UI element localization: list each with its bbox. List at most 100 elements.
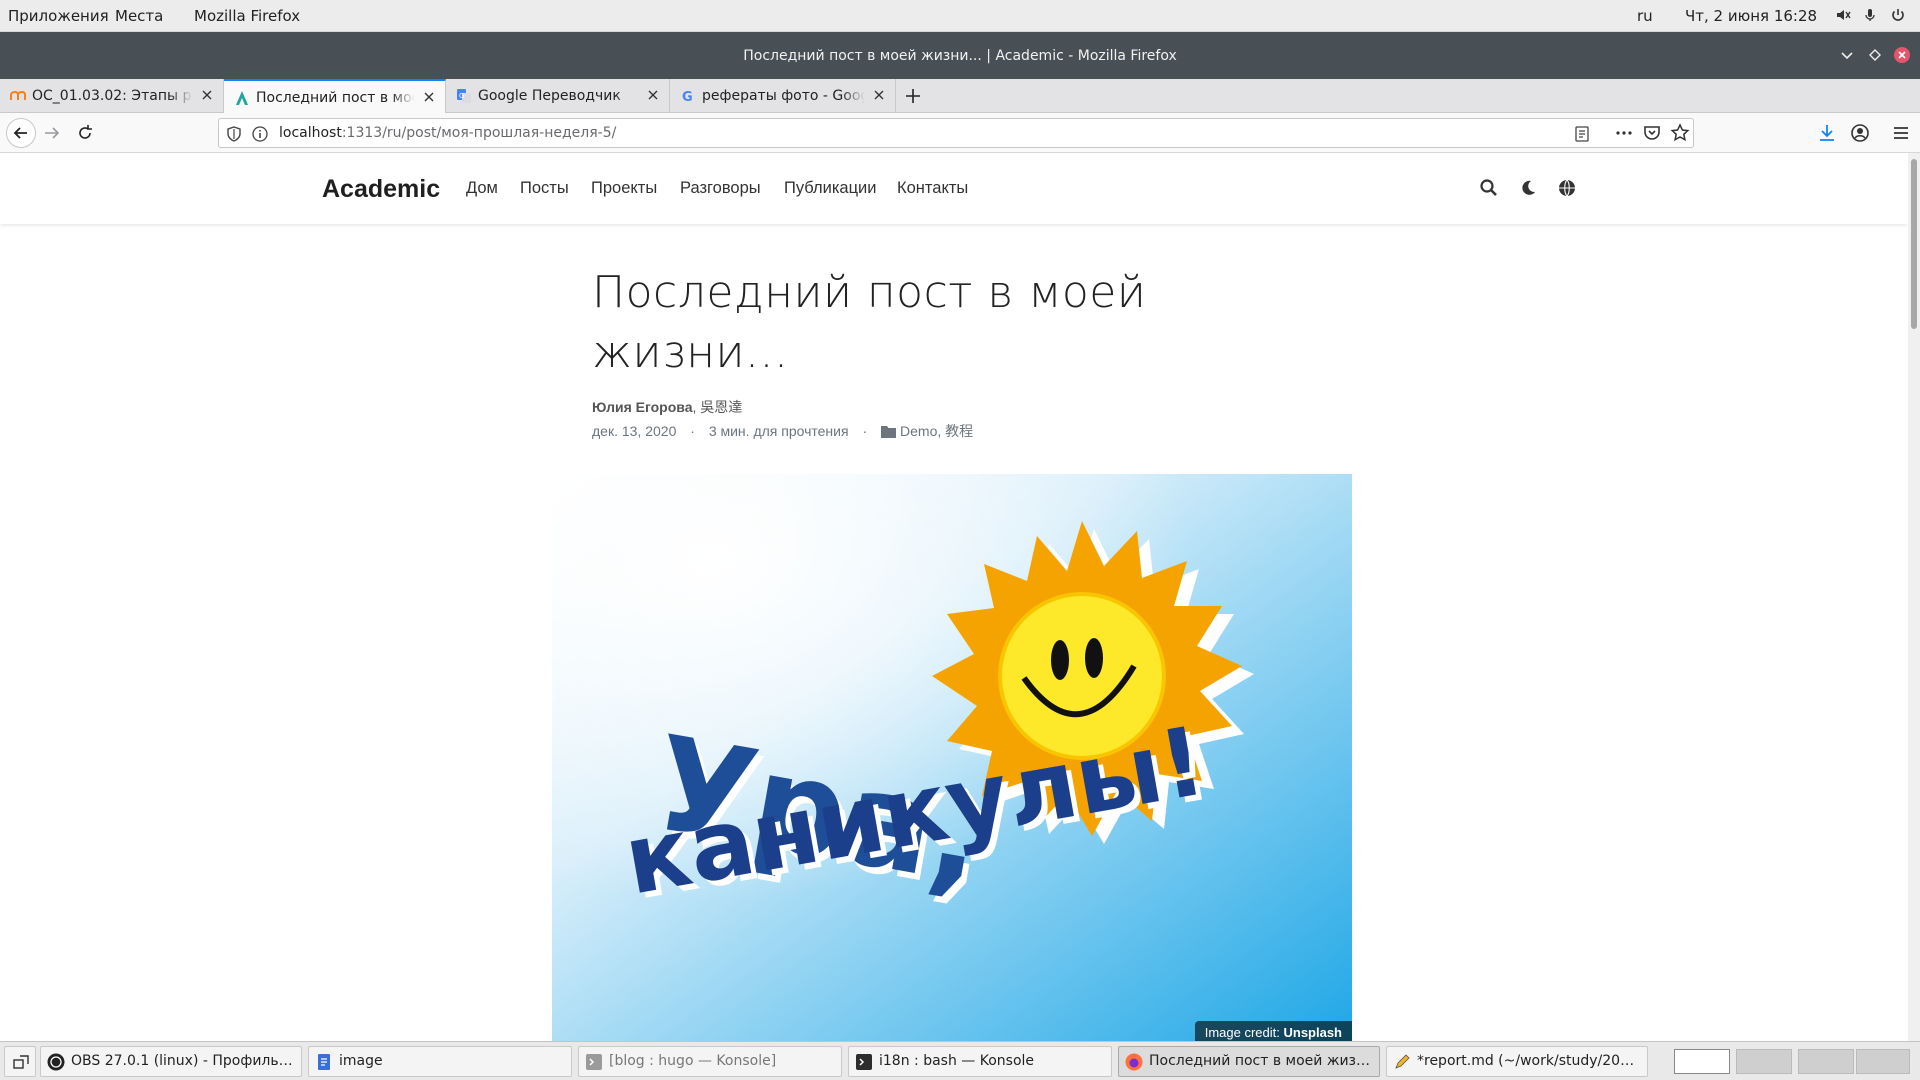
- close-tab-icon[interactable]: [645, 87, 661, 103]
- close-window-button[interactable]: [1893, 46, 1911, 64]
- site-info-icon[interactable]: [251, 125, 269, 143]
- account-icon[interactable]: [1848, 121, 1872, 145]
- tab-moodle[interactable]: ОС_01.03.02: Этапы реализации: [0, 79, 224, 113]
- google-translate-icon: G: [456, 88, 472, 104]
- nav-link-talks[interactable]: Разговоры: [680, 179, 761, 198]
- page-content: Academic Дом Посты Проекты Разговоры Пуб…: [0, 153, 1908, 1041]
- reload-button[interactable]: [73, 121, 97, 145]
- forward-button[interactable]: [40, 121, 64, 145]
- hamburger-menu-icon[interactable]: [1889, 121, 1913, 145]
- dark-mode-moon-icon[interactable]: [1518, 178, 1538, 198]
- taskbar-item-obs[interactable]: OBS 27.0.1 (linux) - Профиль: Без...: [40, 1046, 302, 1077]
- scrollbar-thumb[interactable]: [1911, 159, 1917, 329]
- search-icon[interactable]: [1479, 178, 1499, 198]
- close-tab-icon[interactable]: [421, 89, 437, 105]
- workspace-4[interactable]: [1856, 1049, 1910, 1074]
- navigation-toolbar: localhost:1313/ru/post/моя-прошлая-недел…: [0, 113, 1920, 153]
- nav-link-home[interactable]: Дом: [466, 179, 498, 198]
- taskbar-item-firefox[interactable]: Последний пост в моей жизни....: [1118, 1046, 1380, 1077]
- language-globe-icon[interactable]: [1557, 178, 1577, 198]
- tab-google-search[interactable]: G рефераты фото - Google Search: [670, 79, 896, 113]
- meta-separator: ·: [862, 423, 868, 439]
- moodle-icon: [10, 88, 26, 104]
- downloads-icon[interactable]: [1815, 121, 1839, 145]
- maximize-button[interactable]: [1866, 46, 1884, 64]
- nav-link-posts[interactable]: Посты: [520, 179, 569, 198]
- taskbar-item-label: image: [339, 1053, 383, 1069]
- firefox-icon: [1125, 1053, 1143, 1071]
- close-tab-icon[interactable]: [871, 87, 887, 103]
- svg-text:G: G: [682, 90, 693, 104]
- taskbar-item-konsole-i18n[interactable]: i18n : bash — Konsole: [848, 1046, 1112, 1077]
- tab-label: Последний пост в моей жизни...: [256, 90, 415, 106]
- category-tutorial[interactable]: 教程: [945, 423, 973, 439]
- author-secondary[interactable]: , 吳恩達: [693, 399, 743, 415]
- taskbar-item-label: OBS 27.0.1 (linux) - Профиль: Без...: [71, 1053, 295, 1069]
- nav-link-contacts[interactable]: Контакты: [897, 179, 968, 198]
- taskbar-item-label: i18n : bash — Konsole: [879, 1053, 1035, 1069]
- taskbar-item-label: [blog : hugo — Konsole]: [609, 1053, 777, 1069]
- tab-google-translate[interactable]: G Google Переводчик: [446, 79, 670, 113]
- new-tab-button[interactable]: [902, 85, 924, 107]
- minimize-button[interactable]: [1838, 46, 1856, 64]
- tab-label: рефераты фото - Google Search: [702, 88, 865, 104]
- power-icon[interactable]: [1890, 7, 1906, 27]
- keyboard-layout-indicator[interactable]: ru: [1637, 7, 1653, 25]
- taskbar-item-image[interactable]: image: [308, 1046, 572, 1077]
- author-primary[interactable]: Юлия Егорова: [592, 399, 693, 415]
- terminal-icon: [585, 1053, 603, 1071]
- applications-menu[interactable]: Приложения: [8, 7, 109, 25]
- bookmark-star-icon[interactable]: [1668, 121, 1692, 145]
- image-credit-link[interactable]: Unsplash: [1283, 1025, 1342, 1040]
- show-desktop-icon: [13, 1055, 29, 1069]
- url-path: :1313/ru/post/моя-прошлая-неделя-5/: [341, 125, 617, 141]
- workspace-2[interactable]: [1736, 1049, 1792, 1074]
- url-text[interactable]: localhost:1313/ru/post/моя-прошлая-недел…: [279, 125, 616, 141]
- taskbar-item-report-editor[interactable]: *report.md (~/work/study/2021-2...: [1386, 1046, 1648, 1077]
- article-title: Последний пост в моей жизни...: [592, 267, 1147, 378]
- reading-time: 3 мин. для прочтения: [708, 423, 849, 439]
- close-tab-icon[interactable]: [199, 87, 215, 103]
- microphone-icon[interactable]: [1862, 7, 1878, 27]
- image-credit: Image credit: Unsplash: [1194, 1021, 1352, 1041]
- bottom-taskbar: OBS 27.0.1 (linux) - Профиль: Без... ima…: [0, 1041, 1920, 1080]
- window-titlebar[interactable]: Последний пост в моей жизни... | Academi…: [0, 32, 1920, 79]
- google-icon: G: [680, 88, 696, 105]
- holiday-banner-illustration: Ура, Ура, каникулы! каникулы!: [552, 474, 1352, 1041]
- back-button[interactable]: [6, 118, 36, 148]
- show-desktop-button[interactable]: [4, 1046, 36, 1077]
- site-navbar: Academic Дом Посты Проекты Разговоры Пуб…: [0, 153, 1908, 224]
- article-date: дек. 13, 2020: [592, 423, 677, 439]
- tracking-protection-icon[interactable]: [225, 125, 243, 143]
- tab-current-post[interactable]: Последний пост в моей жизни...: [224, 79, 446, 114]
- top-panel: Приложения Места Mozilla Firefox ru Чт, …: [0, 0, 1920, 32]
- terminal-icon: [855, 1053, 873, 1071]
- nav-link-projects[interactable]: Проекты: [591, 179, 657, 198]
- meta-separator: ·: [690, 423, 695, 439]
- window-title: Последний пост в моей жизни... | Academi…: [743, 48, 1177, 64]
- address-bar[interactable]: localhost:1313/ru/post/моя-прошлая-недел…: [218, 118, 1694, 148]
- workspace-3[interactable]: [1798, 1049, 1854, 1074]
- tab-strip: ОС_01.03.02: Этапы реализации Последний …: [0, 79, 1920, 114]
- workspace-1[interactable]: [1674, 1049, 1730, 1074]
- taskbar-item-label: Последний пост в моей жизни....: [1149, 1053, 1373, 1069]
- taskbar-item-label: *report.md (~/work/study/2021-2...: [1417, 1053, 1641, 1069]
- featured-image: Ура, Ура, каникулы! каникулы! Image cred…: [552, 474, 1352, 1041]
- obs-icon: [47, 1053, 65, 1071]
- page-scrollbar[interactable]: [1908, 153, 1920, 1041]
- volume-muted-icon[interactable]: [1835, 7, 1851, 27]
- pocket-icon[interactable]: [1640, 121, 1664, 145]
- active-app-label[interactable]: Mozilla Firefox: [194, 7, 300, 25]
- svg-text:G: G: [459, 92, 464, 100]
- academic-icon: [234, 90, 250, 106]
- nav-link-publications[interactable]: Публикации: [784, 179, 877, 198]
- places-menu[interactable]: Места: [115, 7, 163, 25]
- taskbar-item-konsole-blog[interactable]: [blog : hugo — Konsole]: [578, 1046, 842, 1077]
- reader-view-icon[interactable]: [1573, 125, 1591, 143]
- category-separator: ,: [937, 423, 946, 439]
- page-actions-menu-icon[interactable]: [1612, 121, 1636, 145]
- clock[interactable]: Чт, 2 июня 16:28: [1685, 7, 1817, 25]
- tab-label: ОС_01.03.02: Этапы реализации: [32, 88, 193, 104]
- site-brand[interactable]: Academic: [322, 175, 440, 204]
- category-demo[interactable]: Demo: [900, 423, 937, 439]
